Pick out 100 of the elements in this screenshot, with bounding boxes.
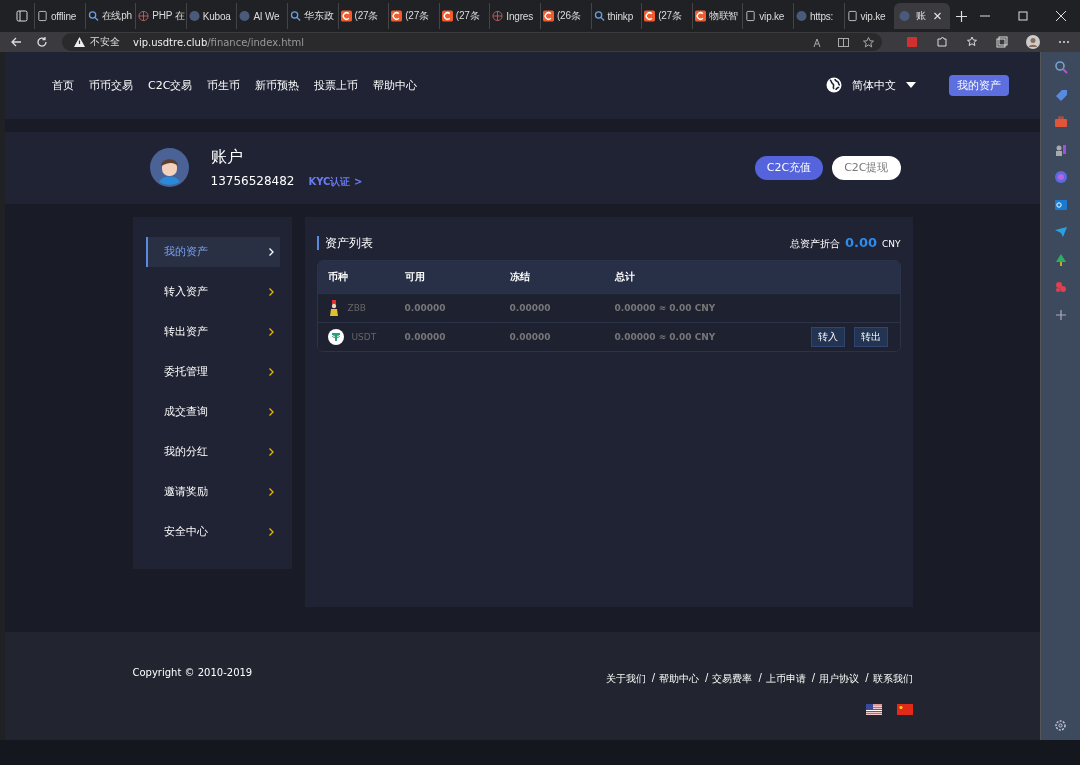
china-flag-icon[interactable]	[896, 704, 913, 716]
chevron-icon	[268, 247, 274, 256]
footer-link[interactable]: 用户协议	[819, 672, 860, 687]
sidebar-item[interactable]: 成交查询	[145, 396, 280, 427]
sidebar-item[interactable]: 我的资产	[145, 236, 280, 267]
settings-icon[interactable]	[1054, 719, 1067, 732]
browser-tab[interactable]: 物联智	[691, 3, 743, 29]
column-header: 可用	[404, 269, 426, 284]
nav-link[interactable]: C2C交易	[148, 77, 193, 93]
footer-link[interactable]: 上币申请	[765, 672, 806, 687]
dots-icon[interactable]	[1053, 280, 1068, 294]
c-logo-icon	[441, 10, 453, 22]
collections-icon[interactable]	[996, 36, 1008, 48]
browser-tab[interactable]: https:	[792, 3, 844, 29]
browser-tab[interactable]: AI We	[236, 3, 287, 29]
browser-tab[interactable]: (27条	[388, 3, 439, 29]
globe-icon	[826, 77, 842, 94]
close-icon[interactable]	[1056, 11, 1066, 21]
circle-icon	[188, 10, 200, 22]
table-cell-text: 0.00000	[509, 302, 552, 313]
c-logo-icon	[694, 10, 706, 22]
reader-icon[interactable]	[838, 36, 849, 48]
chevron-icon	[268, 447, 274, 456]
maximize-icon[interactable]	[1018, 11, 1028, 21]
browser-tab[interactable]: PHP 在	[135, 3, 186, 29]
sidebar-item[interactable]: 我的分红	[145, 436, 280, 467]
separator: /	[705, 672, 709, 686]
document-icon	[745, 10, 757, 22]
browser-tab[interactable]: (26条	[539, 3, 591, 29]
transfer-out-button[interactable]: 转出	[853, 326, 888, 347]
nav-link[interactable]: 投票上币	[314, 77, 359, 93]
footer-link[interactable]: 交易费率	[712, 672, 753, 687]
transfer-in-button[interactable]: 转入	[810, 326, 845, 347]
sidebar-item[interactable]: 安全中心	[145, 516, 280, 547]
c-logo-icon	[391, 10, 403, 22]
circle-icon	[239, 10, 251, 22]
total-label: 总资产折合	[789, 236, 840, 251]
sidebar-item[interactable]: 转入资产	[145, 276, 280, 307]
withdraw-button[interactable]: C2C提现	[832, 155, 901, 180]
document-icon	[846, 10, 858, 22]
table-cell-text: 0.00000	[404, 331, 447, 342]
footer-link[interactable]: 联系我们	[872, 672, 913, 687]
phone-number: 13756528482	[210, 173, 295, 188]
deposit-button[interactable]: C2C充值	[754, 155, 824, 180]
browser-tab[interactable]: thinkp	[590, 3, 642, 29]
browser-tab[interactable]: Kuboa	[185, 3, 237, 29]
nav-link[interactable]: 币币交易	[89, 77, 133, 93]
new-tab-icon[interactable]	[956, 10, 968, 22]
separator: /	[651, 672, 655, 686]
coin-name: USDT	[351, 331, 377, 342]
tree-icon[interactable]	[1053, 252, 1068, 267]
assets-button[interactable]: 我的资产	[949, 74, 1009, 96]
search-icon	[289, 10, 301, 22]
send-icon[interactable]	[1053, 225, 1068, 239]
sidebar-item[interactable]: 委托管理	[145, 356, 280, 387]
c-logo-icon	[340, 10, 352, 22]
tab-actions-icon[interactable]	[16, 10, 28, 22]
footer-link[interactable]: 关于我们	[605, 672, 646, 687]
back-icon[interactable]	[10, 36, 22, 48]
browser-tab[interactable]: 账	[894, 3, 951, 29]
warning-icon	[74, 37, 85, 47]
language-selector[interactable]: 简体中文	[826, 77, 916, 94]
copilot-icon[interactable]	[1053, 170, 1068, 184]
browser-tab[interactable]: 华东政	[286, 3, 338, 29]
copyright-text: Copyright © 2010-2019	[132, 667, 253, 681]
chess-icon[interactable]	[1053, 142, 1068, 157]
puzzle-icon[interactable]	[936, 36, 948, 48]
outlook-icon[interactable]	[1053, 197, 1068, 212]
nav-link[interactable]: 首页	[52, 77, 74, 93]
reload-icon[interactable]	[36, 36, 48, 48]
total-unit: CNY	[882, 238, 901, 249]
nav-link[interactable]: 新币预热	[255, 77, 300, 93]
column-header: 币种	[327, 269, 349, 284]
favorites-icon[interactable]	[966, 36, 978, 48]
footer-link[interactable]: 帮助中心	[659, 672, 699, 687]
url-text: vip.usdtre.club/finance/index.html	[133, 36, 305, 48]
circle-icon	[795, 10, 807, 22]
browser-tab[interactable]: offline	[34, 3, 85, 29]
nav-link[interactable]: 币生币	[207, 77, 241, 93]
figure-icon	[327, 299, 340, 316]
sidebar-item[interactable]: 邀请奖励	[145, 476, 280, 507]
browser-tab[interactable]: vip.ke	[742, 3, 793, 29]
chevron-icon	[268, 527, 274, 536]
nav-link[interactable]: 帮助中心	[373, 77, 418, 93]
browser-tab[interactable]: (27条	[641, 3, 692, 29]
us-flag-icon[interactable]	[865, 704, 882, 716]
search-icon[interactable]	[1053, 60, 1068, 74]
browser-tab[interactable]: (27条	[438, 3, 490, 29]
kyc-link[interactable]: KYC认证 >	[308, 174, 363, 189]
favorite-icon[interactable]	[863, 36, 874, 48]
browser-tab[interactable]: (27条	[337, 3, 389, 29]
profile-icon[interactable]	[1026, 35, 1040, 49]
circle-icon	[899, 10, 911, 22]
address-bar[interactable]: 不安全 vip.usdtre.club/finance/index.html	[62, 33, 882, 51]
close-icon[interactable]	[931, 12, 943, 20]
chevron-icon	[268, 327, 274, 336]
sidebar-item[interactable]: 转出资产	[145, 316, 280, 347]
browser-tab[interactable]: 在线ph	[84, 3, 136, 29]
browser-tab[interactable]: Ingres	[489, 3, 540, 29]
chevron-icon	[268, 367, 274, 376]
